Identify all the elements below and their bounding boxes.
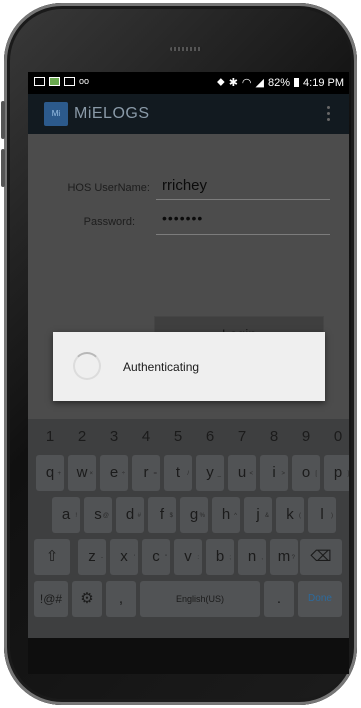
key-b[interactable]: b; — [206, 539, 234, 575]
period-key[interactable]: . — [264, 581, 294, 617]
app-logo: Mi — [44, 102, 68, 126]
key-z[interactable]: z- — [78, 539, 106, 575]
done-key[interactable]: Done — [298, 581, 342, 617]
shift-key[interactable]: ⇧ — [34, 539, 70, 575]
overflow-menu-icon[interactable] — [327, 106, 331, 121]
space-key[interactable]: English(US) — [140, 581, 260, 617]
key-g[interactable]: g% — [180, 497, 208, 533]
dialog-message: Authenticating — [123, 360, 200, 374]
key-f[interactable]: f $ — [148, 497, 176, 533]
key-1[interactable]: 1 — [36, 425, 64, 449]
image-icon — [34, 76, 45, 86]
key-4[interactable]: 4 — [132, 425, 160, 449]
key-a[interactable]: a! — [52, 497, 80, 533]
key-d[interactable]: d # — [116, 497, 144, 533]
location-icon: ⬥ — [217, 76, 225, 88]
status-bar: oo ⬥ ✱ ◠ ◢ 82% 4:19 PM — [28, 72, 349, 94]
notification-icons: oo — [34, 76, 89, 86]
key-6[interactable]: 6 — [196, 425, 224, 449]
key-y[interactable]: y _ — [196, 455, 224, 491]
key-c[interactable]: c " — [142, 539, 170, 575]
system-indicators: ⬥ ✱ ◠ ◢ 82% 4:19 PM — [217, 76, 344, 89]
key-n[interactable]: n, — [238, 539, 266, 575]
key-8[interactable]: 8 — [260, 425, 288, 449]
key-e[interactable]: e ÷ — [100, 455, 128, 491]
key-2[interactable]: 2 — [68, 425, 96, 449]
volume-up-button — [1, 101, 5, 139]
key-r[interactable]: r = — [132, 455, 160, 491]
voicemail-icon: oo — [79, 76, 90, 86]
username-field[interactable]: rrichey — [156, 177, 330, 200]
key-k[interactable]: k( — [276, 497, 304, 533]
key-w[interactable]: w × — [68, 455, 96, 491]
backspace-key[interactable]: ⌫ — [300, 539, 342, 575]
battery-icon — [294, 78, 300, 87]
key-l[interactable]: l) — [308, 497, 336, 533]
bluetooth-icon: ✱ — [228, 77, 238, 89]
volume-down-button — [1, 149, 5, 187]
key-0[interactable]: 0 — [324, 425, 349, 449]
signal-icon: ◢ — [255, 77, 264, 89]
key-j[interactable]: j & — [244, 497, 272, 533]
key-x[interactable]: x ' — [110, 539, 138, 575]
settings-key[interactable]: ⚙ — [72, 581, 102, 617]
key-h[interactable]: h ^ — [212, 497, 240, 533]
key-3[interactable]: 3 — [100, 425, 128, 449]
key-5[interactable]: 5 — [164, 425, 192, 449]
screen: oo ⬥ ✱ ◠ ◢ 82% 4:19 PM Mi MiELOGS HOS Us… — [28, 72, 349, 638]
key-u[interactable]: u < — [228, 455, 256, 491]
app-bar: Mi MiELOGS — [28, 94, 349, 134]
photo-icon — [49, 76, 60, 86]
progress-dialog: Authenticating — [53, 332, 325, 401]
earpiece-speaker — [170, 47, 202, 51]
key-v[interactable]: v: — [174, 539, 202, 575]
key-t[interactable]: t / — [164, 455, 192, 491]
video-icon — [64, 76, 75, 86]
key-s[interactable]: s @ — [84, 497, 112, 533]
wifi-icon: ◠ — [241, 77, 252, 89]
loading-spinner-icon — [73, 352, 101, 380]
bottom-bezel — [28, 638, 349, 674]
comma-key[interactable]: , — [106, 581, 136, 617]
key-q[interactable]: q + — [36, 455, 64, 491]
app-title: MiELOGS — [74, 105, 150, 122]
soft-keyboard: 1 2 3 4 5 6 7 8 9 0 q + w × e ÷ r = t / y _ u < i > o[p] a! s @ d # f $ g%… — [28, 419, 349, 638]
password-label: Password: — [83, 216, 135, 228]
key-7[interactable]: 7 — [228, 425, 256, 449]
username-label: HOS UserName: — [67, 182, 150, 194]
symbols-key[interactable]: !@# — [34, 581, 68, 617]
key-m[interactable]: m? — [270, 539, 298, 575]
key-i[interactable]: i > — [260, 455, 288, 491]
battery-percent: 82% — [268, 76, 291, 89]
password-field[interactable]: ••••••• — [156, 210, 330, 235]
key-o[interactable]: o[ — [292, 455, 320, 491]
key-p[interactable]: p] — [324, 455, 349, 491]
key-9[interactable]: 9 — [292, 425, 320, 449]
clock: 4:19 PM — [303, 76, 344, 89]
